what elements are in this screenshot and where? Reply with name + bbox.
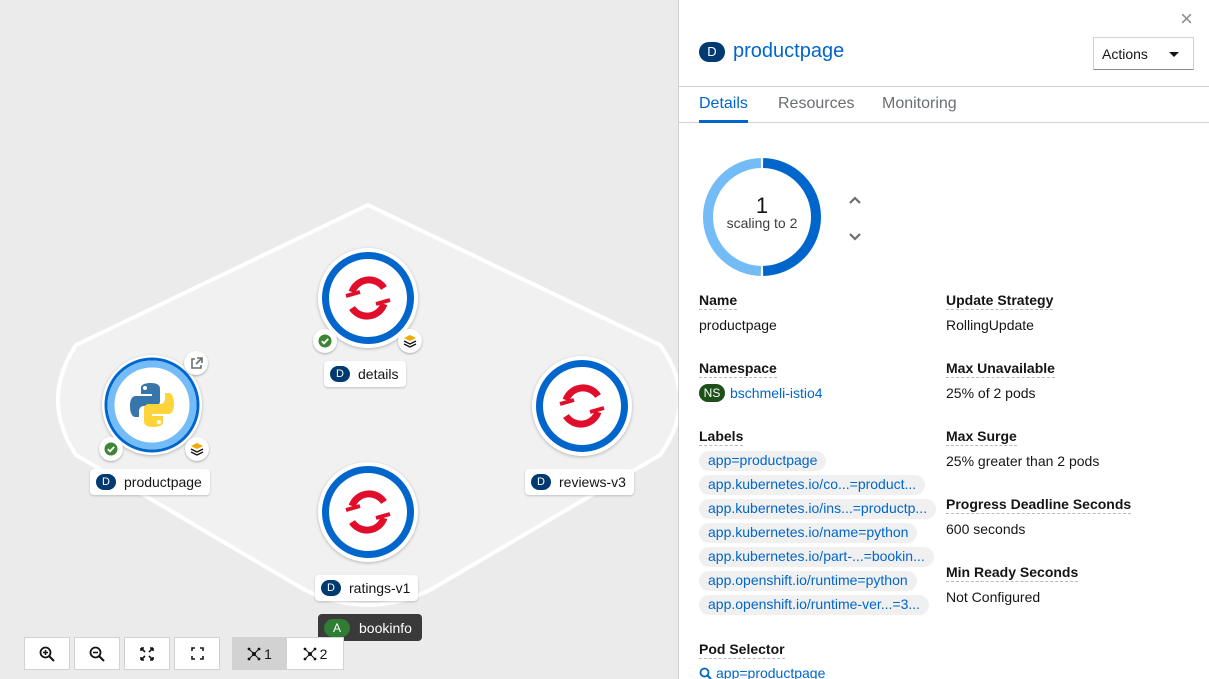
node-name: ratings-v1 (349, 580, 411, 596)
details-side-panel: × D productpage Actions Details Resource… (678, 0, 1209, 679)
topology-canvas[interactable]: D productpage D details D reviews-v3 D r… (0, 0, 678, 679)
node-label-reviews-v3[interactable]: D reviews-v3 (525, 469, 634, 495)
update-strategy-label: Update Strategy (946, 292, 1054, 310)
status-check-icon (99, 437, 123, 461)
deployment-badge: D (699, 41, 725, 62)
tab-monitoring[interactable]: Monitoring (882, 95, 957, 113)
actions-label: Actions (1102, 45, 1148, 62)
build-pipeline-icon[interactable] (398, 329, 422, 353)
namespace-link[interactable]: bschmeli-istio4 (730, 385, 823, 401)
min-ready-label: Min Ready Seconds (946, 564, 1079, 582)
label-chip[interactable]: app=productpage (699, 451, 827, 471)
search-icon (699, 667, 712, 679)
scale-up-button[interactable] (847, 192, 863, 208)
max-surge-label: Max Surge (946, 428, 1017, 446)
scale-down-button[interactable] (847, 229, 863, 245)
node-label-productpage[interactable]: D productpage (90, 469, 210, 495)
application-badge: A (324, 618, 350, 637)
close-panel-button[interactable]: × (1180, 6, 1193, 32)
name-value: productpage (699, 317, 777, 333)
labels-label: Labels (699, 428, 744, 446)
panel-title: D productpage (699, 40, 844, 63)
deployment-badge: D (330, 366, 350, 382)
node-ratings-v1[interactable] (318, 462, 418, 562)
zoom-in-button[interactable] (24, 637, 70, 670)
deployment-badge: D (321, 580, 341, 596)
python-icon (130, 383, 174, 427)
label-chip[interactable]: app.openshift.io/runtime=python (699, 571, 917, 591)
min-ready-value: Not Configured (946, 589, 1041, 605)
status-check-icon (313, 329, 337, 353)
pod-scaling-status: scaling to 2 (726, 215, 798, 231)
topology-layout-icon (303, 647, 316, 660)
namespace-badge: NS (699, 384, 725, 402)
node-name: productpage (124, 474, 202, 490)
update-strategy-value: RollingUpdate (946, 317, 1034, 333)
layout-1-label: 1 (264, 645, 272, 662)
node-reviews-v3[interactable] (532, 356, 632, 456)
fit-to-screen-icon (140, 646, 154, 661)
name-label: Name (699, 292, 738, 310)
namespace-label: Namespace (699, 360, 777, 378)
layout-1-button[interactable]: 1 (232, 637, 287, 670)
pod-selector-value: app=productpage (716, 665, 826, 679)
node-label-details[interactable]: D details (324, 361, 407, 387)
openshift-icon (345, 276, 391, 320)
label-chip[interactable]: app.kubernetes.io/name=python (699, 523, 918, 543)
zoom-out-icon (89, 646, 105, 662)
openshift-icon (559, 384, 605, 428)
caret-down-icon (1169, 52, 1179, 57)
expand-icon (190, 647, 204, 660)
build-pipeline-icon[interactable] (185, 437, 209, 461)
max-surge-value: 25% greater than 2 pods (946, 453, 1100, 469)
zoom-out-button[interactable] (74, 637, 120, 670)
actions-dropdown[interactable]: Actions (1093, 37, 1194, 70)
label-chip[interactable]: app.kubernetes.io/co...=product... (699, 475, 926, 495)
pod-selector-label: Pod Selector (699, 641, 785, 659)
tab-resources[interactable]: Resources (778, 95, 854, 113)
label-chip[interactable]: app.kubernetes.io/part-...=bookin... (699, 547, 934, 567)
deployment-badge: D (531, 474, 551, 490)
label-chip[interactable]: app.openshift.io/runtime-ver...=3... (699, 595, 930, 615)
active-tab-indicator (699, 120, 748, 123)
resource-name-link[interactable]: productpage (733, 40, 844, 63)
zoom-in-icon (39, 646, 55, 662)
deployment-badge: D (96, 474, 116, 490)
fit-to-screen-button[interactable] (124, 637, 170, 670)
topology-layout-icon (247, 647, 261, 660)
layout-2-button[interactable]: 2 (286, 637, 344, 670)
panel-tabs: Details Resources Monitoring (679, 86, 1209, 123)
label-chip[interactable]: app.kubernetes.io/ins...=productp... (699, 499, 937, 519)
pod-selector-link[interactable]: app=productpage (699, 665, 825, 679)
openshift-icon (345, 490, 391, 534)
progress-deadline-label: Progress Deadline Seconds (946, 496, 1132, 514)
external-link-icon[interactable] (184, 351, 208, 375)
node-name: reviews-v3 (559, 474, 626, 490)
reset-view-button[interactable] (174, 637, 220, 670)
node-name: details (358, 366, 399, 382)
namespace-value: NS bschmeli-istio4 (699, 384, 823, 402)
max-unavailable-label: Max Unavailable (946, 360, 1055, 378)
max-unavailable-value: 25% of 2 pods (946, 385, 1036, 401)
application-name: bookinfo (359, 619, 412, 636)
layout-2-label: 2 (319, 645, 328, 662)
progress-deadline-value: 600 seconds (946, 521, 1026, 537)
tab-details[interactable]: Details (699, 95, 748, 113)
node-label-ratings-v1[interactable]: D ratings-v1 (315, 575, 419, 601)
